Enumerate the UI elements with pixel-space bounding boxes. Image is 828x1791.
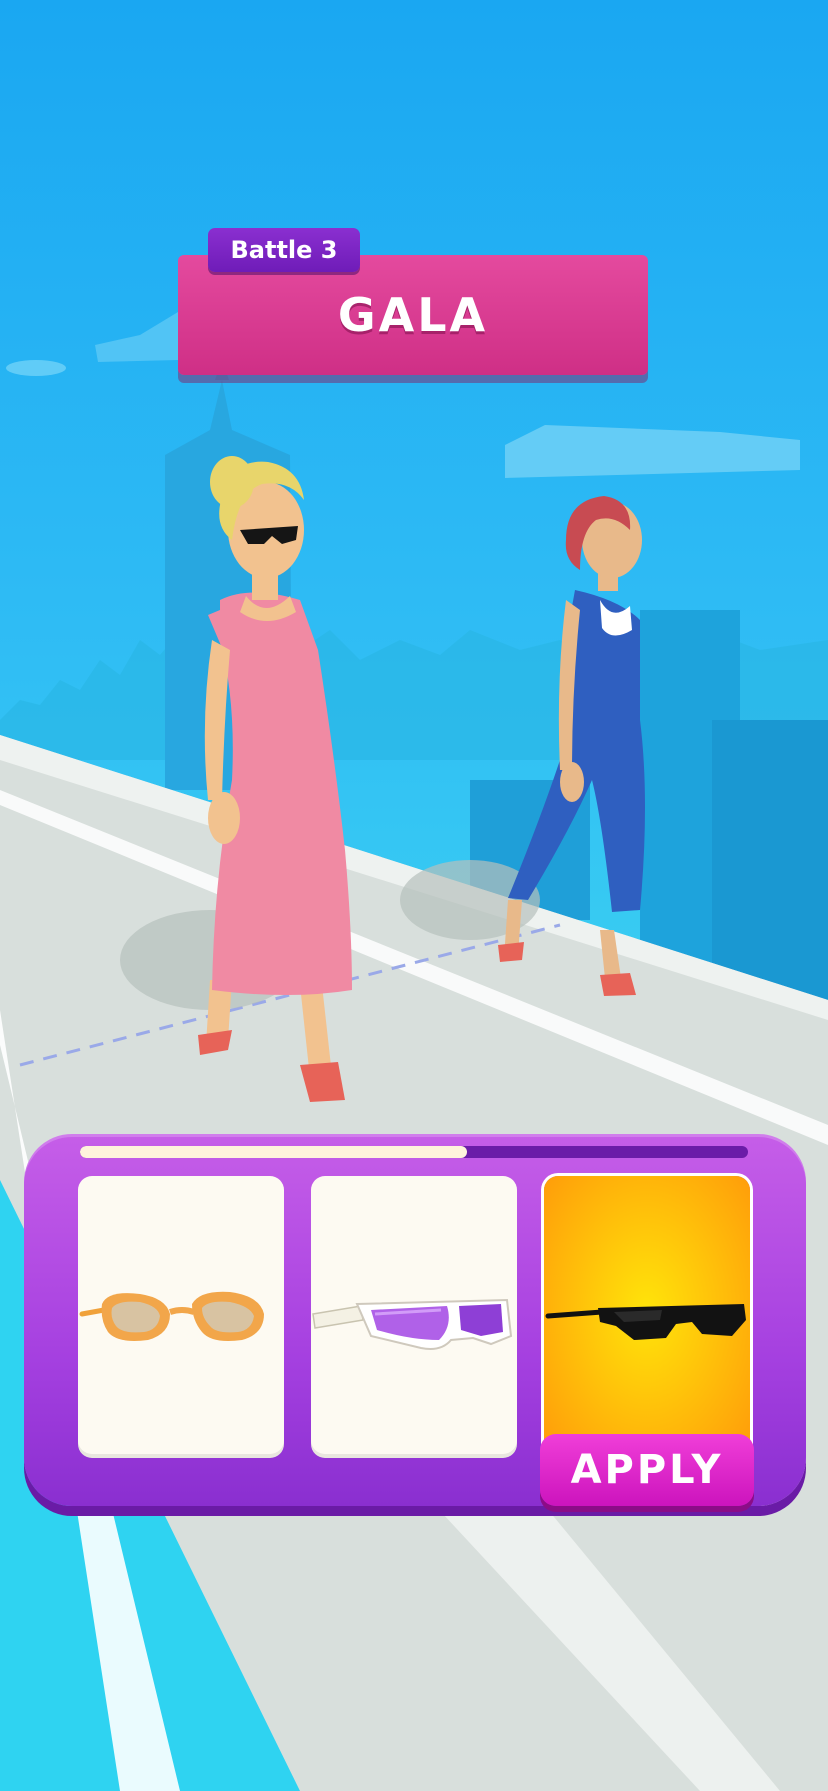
orange-sunglasses-icon xyxy=(79,1291,264,1341)
cloud xyxy=(6,360,66,376)
selection-timer-bar xyxy=(80,1146,748,1158)
accessory-card-visor-sunglasses[interactable] xyxy=(311,1176,517,1458)
black-slim-sunglasses-icon xyxy=(545,1304,746,1340)
building xyxy=(712,720,828,1000)
battle-label: Battle 3 xyxy=(230,236,338,264)
game-scene: GALA Battle 3 APPLY xyxy=(0,0,828,1791)
selection-timer-fill xyxy=(80,1146,468,1158)
battle-label-badge: Battle 3 xyxy=(208,228,360,272)
theme-banner: GALA xyxy=(178,255,648,375)
cloud xyxy=(505,425,800,478)
apply-button-label: APPLY xyxy=(570,1447,724,1493)
white-purple-visor-sunglasses-icon xyxy=(312,1298,513,1350)
accessory-card-orange-sunglasses[interactable] xyxy=(78,1176,284,1458)
cloud xyxy=(95,312,178,362)
accessory-card-black-sunglasses-selected[interactable] xyxy=(544,1176,750,1458)
apply-button[interactable]: APPLY xyxy=(540,1434,754,1506)
theme-title: GALA xyxy=(337,288,489,342)
